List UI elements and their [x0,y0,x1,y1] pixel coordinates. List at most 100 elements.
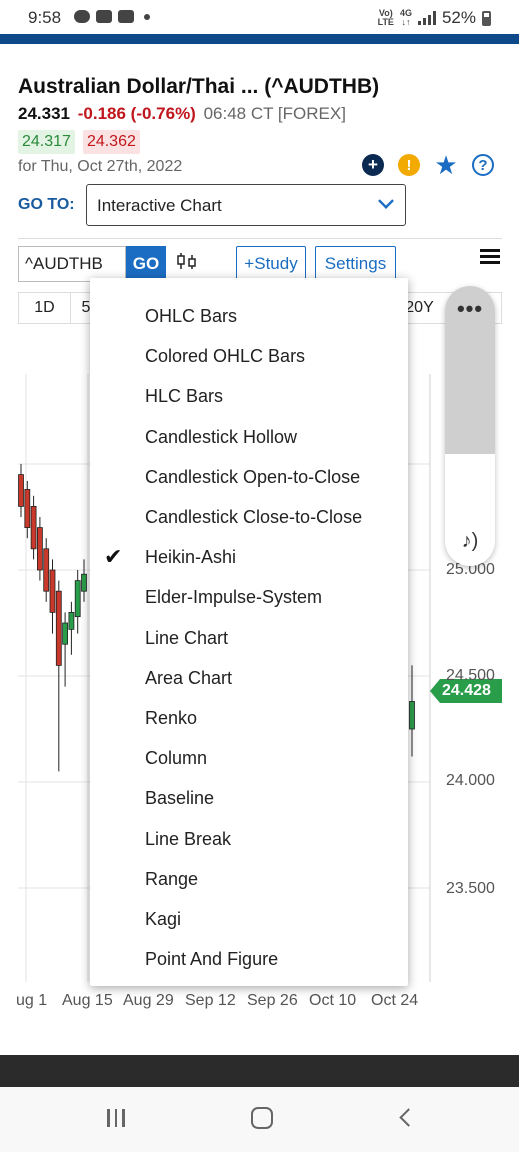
more-notifications-icon [144,13,150,20]
x-tick-label: Sep 26 [247,992,298,1009]
chart-type-menu: OHLC Bars Colored OHLC Bars HLC Bars Candle… [90,278,408,986]
quote-actions: + ! ★ ? [362,152,494,178]
chart-type-option[interactable]: Colored OHLC Bars [90,337,408,377]
add-study-button[interactable]: +Study [236,246,306,282]
help-icon[interactable]: ? [472,154,494,176]
chart-type-option[interactable]: Line Break [90,820,408,860]
menu-icon[interactable] [480,249,500,265]
battery-percent: 52% [441,8,476,27]
y-tick-label: 24.000 [446,772,495,789]
floating-panel[interactable]: ••• ♪) [445,286,495,566]
chart-type-option-label: Point And Figure [145,949,279,970]
chart-type-option[interactable]: ✔ Heikin-Ashi [90,538,408,578]
x-tick-label: Oct 24 [371,992,419,1009]
cloud-icon [74,10,90,23]
star-icon[interactable]: ★ [434,152,458,178]
candle-body [43,548,50,592]
navigation-bar [0,1087,519,1152]
chart-type-option-label: Area Chart [145,667,233,688]
volte-bottom: LTE [377,17,394,27]
chart-type-option[interactable]: Candlestick Open-to-Close [90,458,408,498]
quote-date: for Thu, Oct 27th, 2022 [18,158,183,175]
x-tick-label: Aug 15 [62,992,113,1009]
settings-button[interactable]: Settings [315,246,396,282]
chart-type-option[interactable]: Elder-Impulse-System [90,578,408,618]
bottom-band [0,1055,519,1087]
chart-type-option[interactable]: OHLC Bars [90,297,408,337]
volte-icon: Vo) LTE [378,9,394,27]
notification-icons [74,10,150,23]
chart-type-option-label: OHLC Bars [145,306,238,326]
ask-price: 24.362 [82,130,140,154]
candle-body [18,474,24,507]
bid-price: 24.317 [18,130,75,154]
youtube-icon [96,10,112,23]
candle-body [55,590,62,666]
symbol-input[interactable] [18,246,126,282]
status-bar: 9:58 Vo) LTE 4G ↓↑ 52% [0,0,519,34]
chart-type-option-label: Column [145,748,208,769]
candle-body [74,580,81,618]
x-tick-label: Sep 12 [185,992,236,1009]
more-icon[interactable]: ••• [445,296,495,322]
candle-body [37,527,43,571]
checkmark-icon: ✔ [104,544,123,570]
home-icon[interactable] [251,1107,273,1129]
network-4g-icon: 4G ↓↑ [400,9,412,27]
x-tick-label: Oct 10 [309,992,357,1009]
candle-body [49,569,56,613]
back-icon[interactable] [399,1108,418,1127]
chart-type-option-label: Baseline [145,788,215,809]
timeframe-tab[interactable]: 1D [19,293,71,323]
x-tick-label: ug 1 [16,992,48,1009]
candle-body [68,611,75,630]
candle-body [30,505,37,550]
chart-type-option-label: Candlestick Hollow [145,426,298,447]
price-time: 06:48 CT [FOREX] [203,104,346,123]
chart-type-option-label: Line Break [145,828,232,849]
music-icon[interactable]: ♪) [456,530,484,554]
chart-type-icon[interactable] [176,252,198,270]
chart-type-option[interactable]: Point And Figure [90,940,408,980]
quote-title: Australian Dollar/Thai ... (^AUDTHB) [18,75,380,98]
chart-type-option-label: Kagi [145,909,182,929]
candle-body [62,622,68,645]
chart-type-option[interactable]: Candlestick Hollow [90,418,408,458]
chart-type-option-label: Renko [145,708,198,728]
chart-type-option[interactable]: Baseline [90,779,408,819]
price-line: 24.331 -0.186 (-0.76%) 06:48 CT [FOREX] [18,104,346,124]
add-icon[interactable]: + [362,154,384,176]
candle-body [81,573,87,592]
price-change: -0.186 (-0.76%) [77,104,196,123]
alert-icon[interactable]: ! [398,154,420,176]
gallery-icon [118,10,134,23]
battery-icon [482,10,491,26]
chart-type-option-label: Candlestick Open-to-Close [145,466,361,487]
chart-type-option[interactable]: Range [90,860,408,900]
chart-type-option[interactable]: Kagi [90,900,408,940]
goto-label: GO TO: [18,196,75,213]
y-tick-label: 24.500 [446,667,495,684]
bid-ask: 24.317 24.362 [18,130,140,154]
go-button[interactable]: GO [126,246,166,282]
chart-type-option[interactable]: Column [90,739,408,779]
x-tick-label: Aug 29 [123,992,174,1009]
chart-type-option[interactable]: Line Chart [90,619,408,659]
divider [18,238,502,239]
chart-type-option-label: Heikin-Ashi [145,547,237,568]
signal-icon [417,11,436,25]
chevron-down-icon [378,193,394,209]
goto-select[interactable]: Interactive Chart [86,184,406,226]
candle-body [24,489,31,529]
y-tick-label: 23.500 [446,880,495,897]
status-right: Vo) LTE 4G ↓↑ 52% [378,8,491,28]
last-price: 24.331 [18,104,70,123]
chart-type-option[interactable]: Candlestick Close-to-Close [90,498,408,538]
header-strip [0,34,519,44]
chart-type-option-label: Colored OHLC Bars [145,346,306,367]
chart-type-option-label: Line Chart [145,627,229,648]
recents-icon[interactable] [107,1109,125,1127]
chart-type-option[interactable]: HLC Bars [90,377,408,417]
chart-type-option[interactable]: Renko [90,699,408,739]
chart-type-option[interactable]: Area Chart [90,659,408,699]
